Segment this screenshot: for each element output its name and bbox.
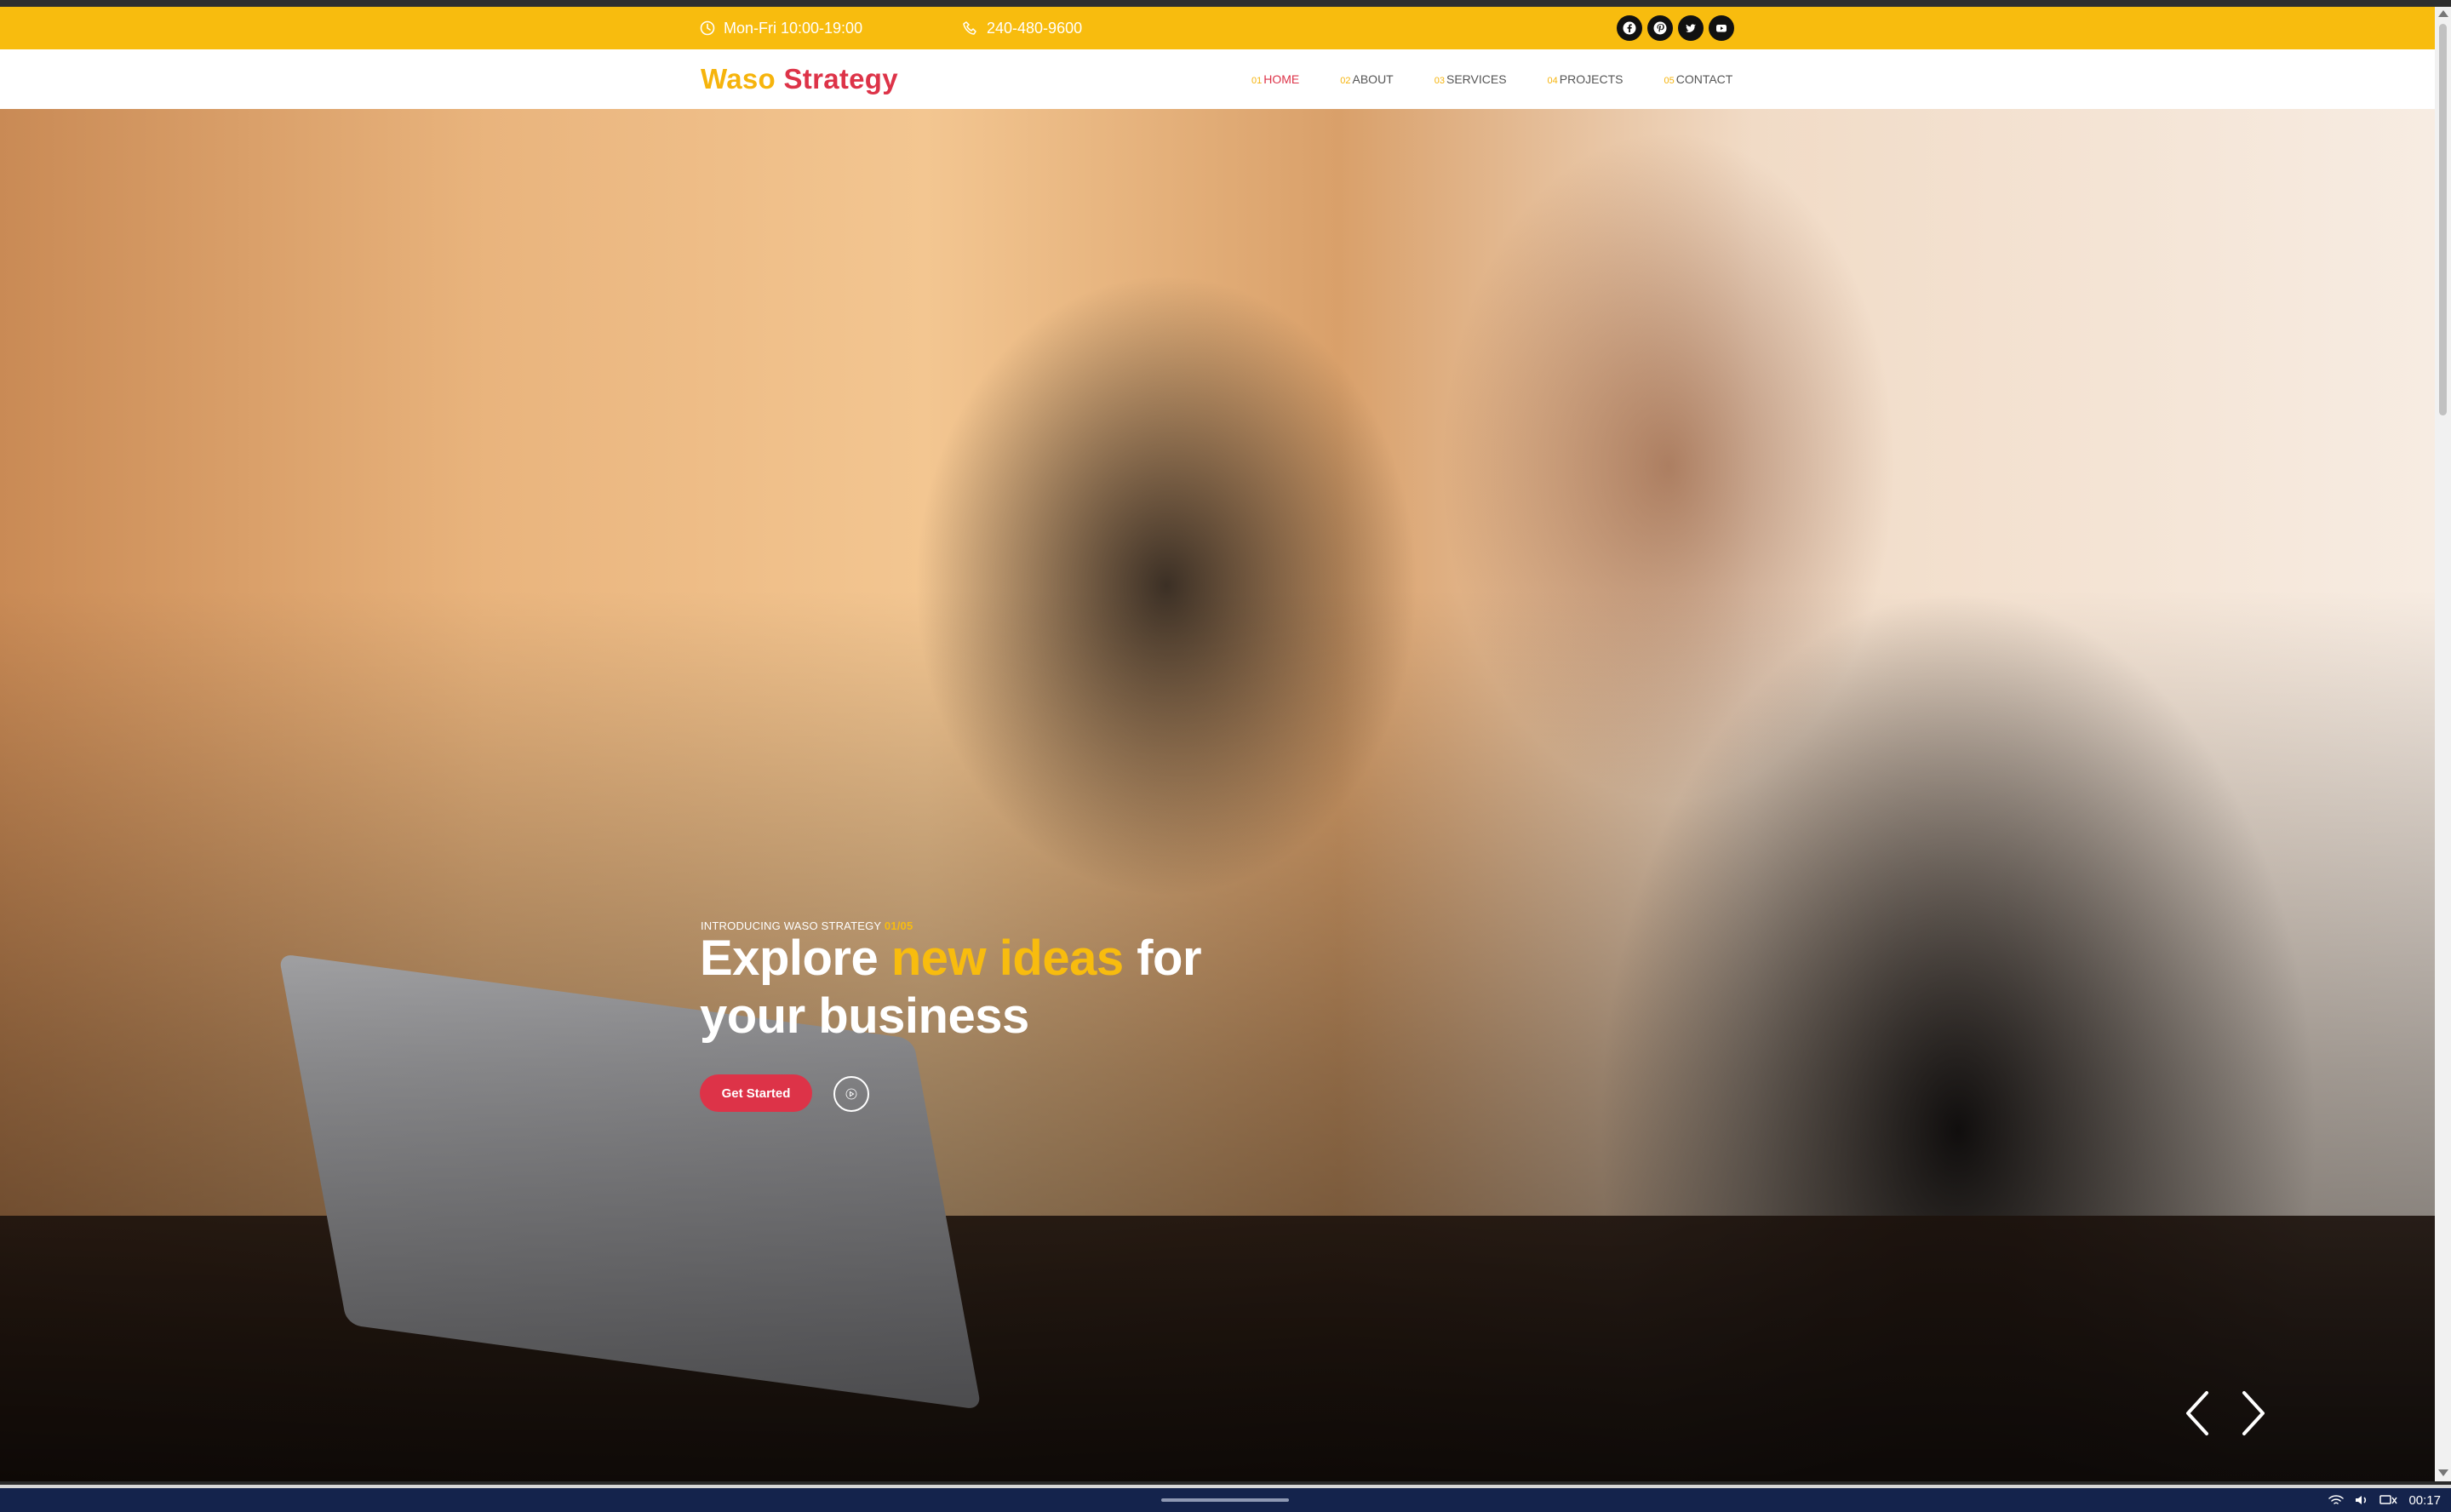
nav-services[interactable]: 03 SERVICES xyxy=(1435,72,1507,86)
system-taskbar: 00:17 xyxy=(0,1485,2451,1512)
scroll-thumb[interactable] xyxy=(2439,24,2447,415)
logo-word-waso: Waso xyxy=(701,63,776,94)
chevron-left-icon xyxy=(2186,1391,2208,1435)
nav-contact-number: 05 xyxy=(1664,76,1675,86)
nav-projects-number: 04 xyxy=(1547,76,1558,86)
scroll-up-arrow[interactable] xyxy=(2438,10,2448,17)
social-links xyxy=(1617,15,1734,41)
nav-about-label: ABOUT xyxy=(1352,72,1394,86)
primary-nav: 01 HOME 02 ABOUT 03 SERVICES 04 PROJECTS 05 C… xyxy=(1251,49,1773,109)
nav-projects[interactable]: 04 PROJECTS xyxy=(1548,72,1624,86)
logo-word-strategy: Strategy xyxy=(783,63,898,94)
hours-text: Mon-Fri 10:00-19:00 xyxy=(724,19,863,37)
phone-icon xyxy=(963,21,976,35)
nav-home-label: HOME xyxy=(1263,72,1300,86)
chevron-right-icon xyxy=(2242,1391,2265,1435)
top-info-bar: Mon-Fri 10:00-19:00 240-480-9600 xyxy=(0,7,2435,49)
hero-overlay xyxy=(0,109,2435,1481)
wifi-icon[interactable] xyxy=(2328,1494,2345,1506)
nav-contact[interactable]: 05 CONTACT xyxy=(1664,72,1732,86)
pinterest-icon[interactable] xyxy=(1647,15,1673,41)
taskbar-top-border xyxy=(0,1485,2451,1488)
phone-number[interactable]: 240-480-9600 xyxy=(963,7,1082,49)
main-navbar: Waso Strategy 01 HOME 02 ABOUT 03 SERVICES … xyxy=(0,49,2435,110)
nav-services-number: 03 xyxy=(1434,76,1445,86)
headline-line-2: your business xyxy=(700,988,1029,1044)
nav-projects-label: PROJECTS xyxy=(1559,72,1624,86)
nav-home[interactable]: 01 HOME xyxy=(1251,72,1299,86)
nav-about[interactable]: 02 ABOUT xyxy=(1340,72,1393,86)
site-logo[interactable]: Waso Strategy xyxy=(701,63,898,95)
headline-part-2: for xyxy=(1137,931,1202,986)
youtube-icon[interactable] xyxy=(1709,15,1734,41)
facebook-icon[interactable] xyxy=(1617,15,1642,41)
volume-icon[interactable] xyxy=(2354,1494,2369,1506)
clock-time[interactable]: 00:17 xyxy=(2408,1493,2441,1508)
play-icon xyxy=(845,1088,857,1100)
system-tray: 00:17 xyxy=(2328,1488,2441,1512)
scroll-down-arrow[interactable] xyxy=(2438,1469,2448,1476)
headline-part-1: Explore xyxy=(700,931,879,986)
nav-home-number: 01 xyxy=(1251,76,1263,86)
play-video-button[interactable] xyxy=(833,1076,869,1112)
business-hours: Mon-Fri 10:00-19:00 xyxy=(700,7,862,49)
prev-slide-arrow[interactable] xyxy=(2181,1388,2215,1439)
page-scrollbar[interactable] xyxy=(2435,7,2451,1481)
get-started-button[interactable]: Get Started xyxy=(700,1074,812,1112)
nav-services-label: SERVICES xyxy=(1446,72,1507,86)
nav-about-number: 02 xyxy=(1340,76,1351,86)
clock-icon xyxy=(700,20,715,36)
hero-slider xyxy=(0,109,2435,1481)
nav-contact-label: CONTACT xyxy=(1675,72,1733,86)
network-icon[interactable] xyxy=(2379,1494,2398,1506)
headline-highlight: new ideas xyxy=(890,931,1124,986)
next-slide-arrow[interactable] xyxy=(2236,1388,2270,1439)
taskbar-handle[interactable] xyxy=(1161,1498,1289,1502)
twitter-icon[interactable] xyxy=(1678,15,1704,41)
hero-headline: Explore new ideas for your business xyxy=(700,930,1202,1045)
phone-text: 240-480-9600 xyxy=(987,19,1083,37)
window-top-edge xyxy=(0,0,2451,7)
